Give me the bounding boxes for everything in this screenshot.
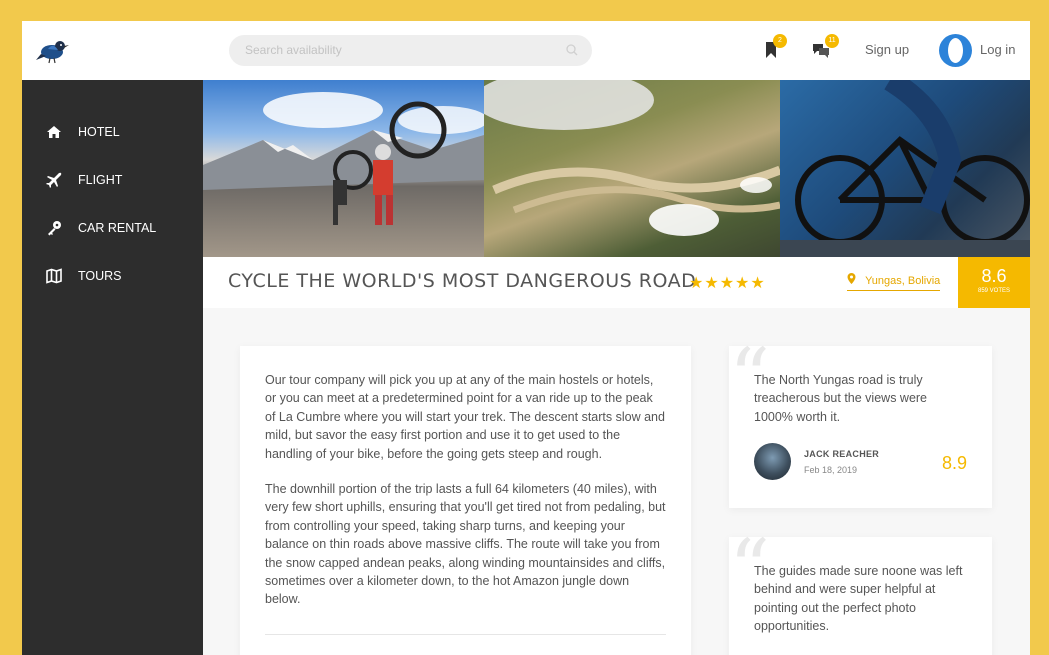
top-header: Search availability 2 11 Sign up Log in <box>22 21 1030 80</box>
sidebar: HOTEL FLIGHT CAR RENTAL TOURS <box>22 80 203 655</box>
messages-badge: 11 <box>825 34 839 48</box>
star-rating: ★★★★★ <box>689 275 766 292</box>
location-label: Yungas, Bolivia <box>865 275 941 287</box>
description-paragraph: Our tour company will pick you up at any… <box>265 373 665 461</box>
photo-cyclist-riding[interactable] <box>780 80 1030 257</box>
sidebar-item-label: FLIGHT <box>78 173 123 187</box>
location-pin-icon <box>847 273 859 287</box>
photo-cyclists-carrying-bikes[interactable] <box>203 80 484 257</box>
review-date: Feb 18, 2019 <box>804 464 858 475</box>
review-text: The guides made sure noone was left behi… <box>754 564 963 634</box>
app-frame: Search availability 2 11 Sign up Log in … <box>22 21 1030 655</box>
sidebar-item-label: HOTEL <box>78 125 120 139</box>
sidebar-item-car-rental[interactable]: CAR RENTAL <box>46 220 156 236</box>
home-icon <box>47 126 61 138</box>
login-link[interactable]: Log in <box>980 42 1015 57</box>
divider <box>265 634 666 635</box>
bird-logo-icon[interactable] <box>36 36 70 66</box>
tour-description-card: Our tour company will pick you up at any… <box>240 346 691 655</box>
sidebar-item-hotel[interactable]: HOTEL <box>46 124 120 140</box>
signup-link[interactable]: Sign up <box>865 42 909 57</box>
plane-icon <box>46 172 62 188</box>
sidebar-item-tours[interactable]: TOURS <box>46 268 122 284</box>
reviewer-name[interactable]: JACK REACHER <box>804 449 879 459</box>
key-icon <box>48 221 61 236</box>
map-icon <box>46 268 62 284</box>
sidebar-item-label: TOURS <box>78 269 122 283</box>
review-text: The North Yungas road is truly treachero… <box>754 373 928 424</box>
search-icon[interactable] <box>566 44 578 56</box>
score-box: 8.6 859 VOTES <box>958 257 1030 308</box>
sidebar-item-label: CAR RENTAL <box>78 221 157 235</box>
photo-mountain-road-aerial[interactable] <box>484 80 780 257</box>
tour-title-bar: CYCLE THE WORLD'S MOST DANGEROUS ROAD ★★… <box>203 257 1030 308</box>
bookmark-badge: 2 <box>773 34 787 48</box>
search-input[interactable]: Search availability <box>229 35 592 66</box>
avatar-inner <box>948 38 963 63</box>
description-paragraph: The downhill portion of the trip lasts a… <box>265 482 666 607</box>
photo-gallery <box>203 80 1030 257</box>
tour-title: CYCLE THE WORLD'S MOST DANGEROUS ROAD <box>228 270 697 292</box>
vote-count: 859 VOTES <box>977 288 1010 294</box>
review-card: “ The guides made sure noone was left be… <box>729 529 992 655</box>
reviewer-info: JACK REACHER Feb 18, 2019 <box>754 443 879 480</box>
sidebar-item-flight[interactable]: FLIGHT <box>46 172 122 188</box>
search-placeholder: Search availability <box>245 43 342 57</box>
tour-score: 8.6 <box>981 266 1007 286</box>
review-score: 8.9 <box>941 453 967 473</box>
location-link[interactable]: Yungas, Bolivia <box>847 273 941 291</box>
reviewer-avatar[interactable] <box>754 443 791 480</box>
user-avatar[interactable] <box>939 34 972 67</box>
review-card: “ The North Yungas road is truly treache… <box>729 338 992 508</box>
